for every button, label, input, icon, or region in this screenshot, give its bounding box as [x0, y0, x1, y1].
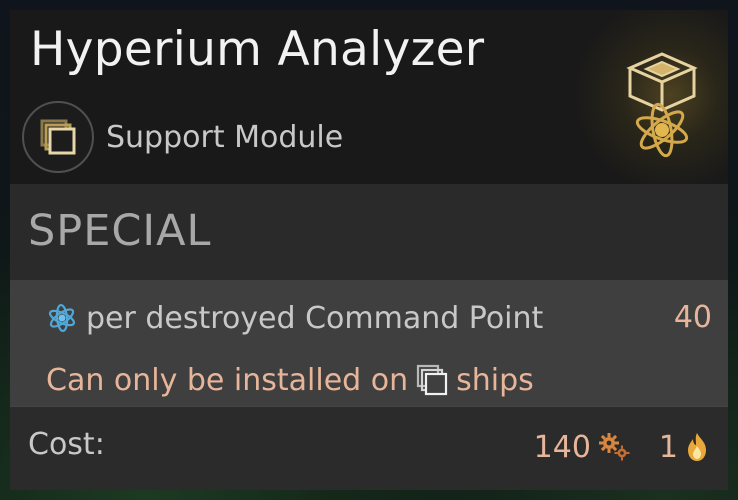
effects-section: per destroyed Command Point 40 Can only …: [10, 280, 728, 406]
item-tooltip-card: Hyperium Analyzer Support Module SPECIAL…: [10, 10, 728, 490]
effect-row: per destroyed Command Point 40: [46, 298, 712, 338]
cost-label: Cost:: [28, 427, 105, 462]
cost-section: Cost: 140 1: [10, 406, 728, 490]
cost-values: 140 1: [534, 427, 710, 467]
restriction-prefix: Can only be installed on: [46, 362, 409, 398]
gears-icon: [597, 431, 631, 463]
effect-value: 40: [673, 300, 712, 335]
fuel-cost-value: 1: [658, 429, 678, 465]
special-section-header: SPECIAL: [10, 184, 728, 280]
metal-cost-value: 140: [533, 429, 591, 465]
installation-restriction: Can only be installed on ships: [46, 360, 534, 400]
cube-atom-icon: [622, 48, 702, 158]
module-type-label: Support Module: [106, 119, 344, 155]
stacked-squares-icon: [22, 101, 94, 173]
module-type-row: Support Module: [22, 101, 344, 173]
restriction-suffix: ships: [456, 362, 534, 398]
flame-icon: [684, 431, 710, 463]
item-title: Hyperium Analyzer: [30, 22, 485, 77]
support-ship-icon: [416, 364, 448, 396]
special-label: SPECIAL: [28, 206, 212, 256]
hyperium-atom-icon: [46, 302, 78, 334]
effect-description: per destroyed Command Point: [86, 300, 544, 336]
tooltip-header: Hyperium Analyzer Support Module: [10, 10, 728, 190]
